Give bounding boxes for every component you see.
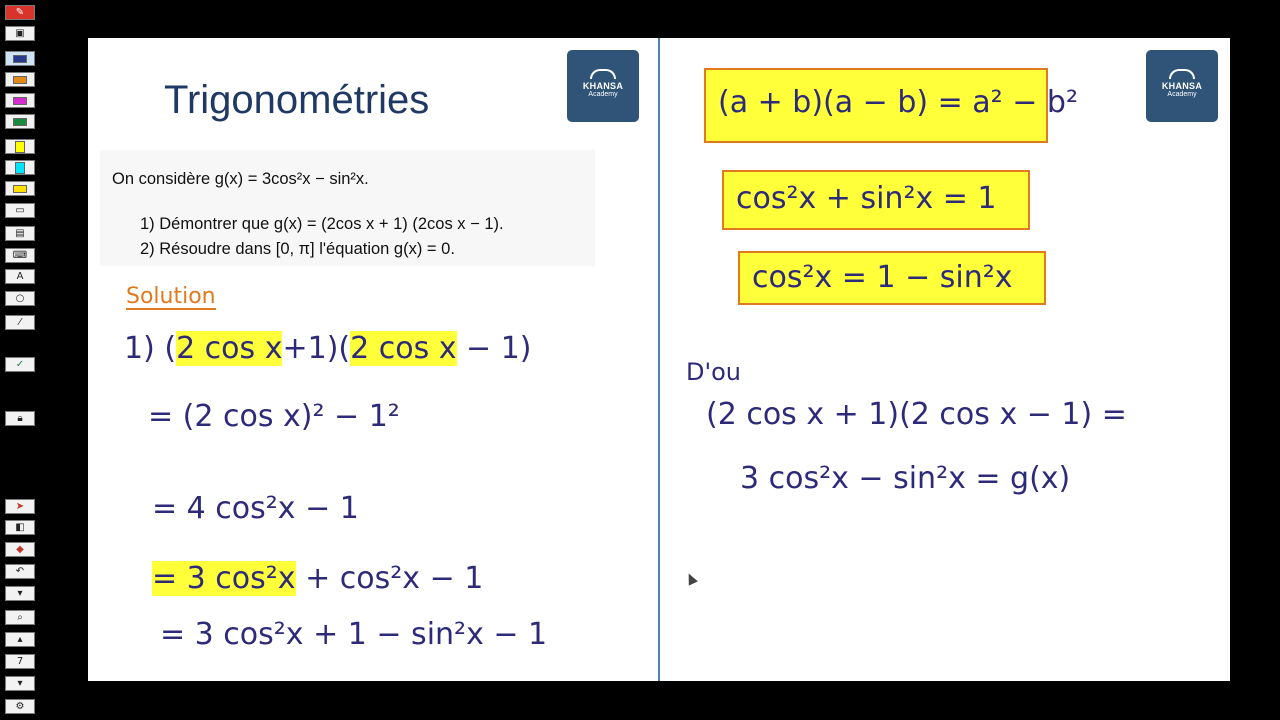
pen-blue-swatch <box>13 54 27 63</box>
step-4-rest: + cos²x − 1 <box>295 561 484 596</box>
save-icon[interactable]: ▣ <box>5 26 35 41</box>
pointer-icon[interactable]: ➤ <box>5 499 35 514</box>
dropdown-icon[interactable]: ▾ <box>5 586 35 601</box>
text-box-icon[interactable]: ▭ <box>5 203 35 218</box>
whiteboard-page-left: Trigonométries KHANSA Academy On considè… <box>88 38 658 681</box>
chevron-up-icon[interactable]: ▴ <box>5 632 35 647</box>
highlighter-yellow-button[interactable] <box>5 139 35 154</box>
problem-items: 1) Démontrer que g(x) = (2cos x + 1) (2c… <box>140 212 504 262</box>
khansa-logo-right: KHANSA Academy <box>1146 50 1218 122</box>
dou-label: D'ou <box>686 358 741 386</box>
step-4-line: = 3 cos²x + cos²x − 1 <box>152 561 484 596</box>
check-icon[interactable]: ✓ <box>5 357 35 372</box>
line-tool-icon[interactable]: ⁄ <box>5 315 35 330</box>
gear-icon[interactable]: ⚙ <box>5 699 35 714</box>
step-5-line: = 3 cos²x + 1 − sin²x − 1 <box>160 617 548 652</box>
pen-green-button[interactable] <box>5 114 35 129</box>
eraser-icon[interactable]: ◧ <box>5 520 35 535</box>
highlighter-gold-swatch <box>13 184 27 193</box>
formula-3: cos²x = 1 − sin²x <box>752 260 1013 295</box>
step-1-middle: +1)( <box>282 331 351 366</box>
highlighter-cyan-swatch <box>15 161 25 174</box>
step-1-highlight-a: 2 cos x <box>176 331 283 366</box>
formula-1: (a + b)(a − b) = a² − b² <box>718 85 1078 120</box>
formula-box-2: cos²x + sin²x = 1 <box>722 170 1030 230</box>
step-2-line: = (2 cos x)² − 1² <box>148 399 400 434</box>
formula-box-3: cos²x = 1 − sin²x <box>738 251 1046 305</box>
step-1-highlight-b: 2 cos x <box>350 331 457 366</box>
highlighter-yellow-swatch <box>15 140 25 153</box>
result-line-1: (2 cos x + 1)(2 cos x − 1) = <box>706 397 1127 432</box>
formula-2: cos²x + sin²x = 1 <box>736 181 997 216</box>
logo-line1: KHANSA <box>582 81 624 91</box>
circle-shape-icon[interactable]: ○ <box>5 291 35 306</box>
step-1-end: − 1) <box>456 331 532 366</box>
step-3-line: = 4 cos²x − 1 <box>152 491 359 526</box>
pen-orange-swatch <box>13 75 27 84</box>
zoom-value: 7 <box>5 654 35 669</box>
pen-magenta-swatch <box>13 96 27 105</box>
highlighter-cyan-button[interactable] <box>5 160 35 175</box>
step-1-open: ( <box>164 331 177 366</box>
pen-green-swatch <box>13 117 27 126</box>
logo-right-line1: KHANSA <box>1161 81 1203 91</box>
khansa-logo: KHANSA Academy <box>567 50 639 122</box>
book-icon <box>590 69 616 79</box>
page-title: Trigonométries <box>164 78 430 122</box>
problem-intro: On considère g(x) = 3cos²x − sin²x. <box>112 170 369 188</box>
step-1-line: 1) (2 cos x+1)(2 cos x − 1) <box>124 331 532 366</box>
problem-statement: On considère g(x) = 3cos²x − sin²x. 1) D… <box>100 150 595 266</box>
font-icon[interactable]: A <box>5 269 35 284</box>
solution-label: Solution <box>126 284 216 310</box>
problem-item-2: 2) Résoudre dans [0, π] l'équation g(x) … <box>140 240 455 258</box>
lock-icon[interactable]: 🔒︎ <box>5 411 35 426</box>
chevron-down-icon[interactable]: ▾ <box>5 676 35 691</box>
whiteboard-page-right: KHANSA Academy (a + b)(a − b) = a² − b² … <box>660 38 1230 681</box>
book-icon-right <box>1169 69 1195 79</box>
annotation-toolbar: ✎ ▣ ▭ ▤ ⌨ A ○ ⁄ ✓ 🔒︎ ➤ ◧ ◆ ↶ ▾ ⌕ ▴ 7 ▾ ⚙ <box>0 0 40 720</box>
pen-logo-icon[interactable]: ✎ <box>5 5 35 20</box>
logo-line2: Academy <box>588 91 618 98</box>
result-line-2: 3 cos²x − sin²x = g(x) <box>740 461 1071 496</box>
highlighter-gold-button[interactable] <box>5 181 35 196</box>
tag-icon[interactable]: ◆ <box>5 542 35 557</box>
search-icon[interactable]: ⌕ <box>5 610 35 625</box>
undo-icon[interactable]: ↶ <box>5 564 35 579</box>
pen-orange-button[interactable] <box>5 72 35 87</box>
logo-right-line2: Academy <box>1167 91 1197 98</box>
problem-item-1: 1) Démontrer que g(x) = (2cos x + 1) (2c… <box>140 215 504 233</box>
stamp-icon[interactable]: ▤ <box>5 226 35 241</box>
step-1-number: 1) <box>124 331 155 366</box>
pen-magenta-button[interactable] <box>5 93 35 108</box>
formula-box-1: (a + b)(a − b) = a² − b² <box>704 68 1078 143</box>
step-4-highlight: = 3 cos²x <box>152 561 296 596</box>
keyboard-icon[interactable]: ⌨ <box>5 248 35 263</box>
pen-blue-button[interactable] <box>5 51 35 66</box>
